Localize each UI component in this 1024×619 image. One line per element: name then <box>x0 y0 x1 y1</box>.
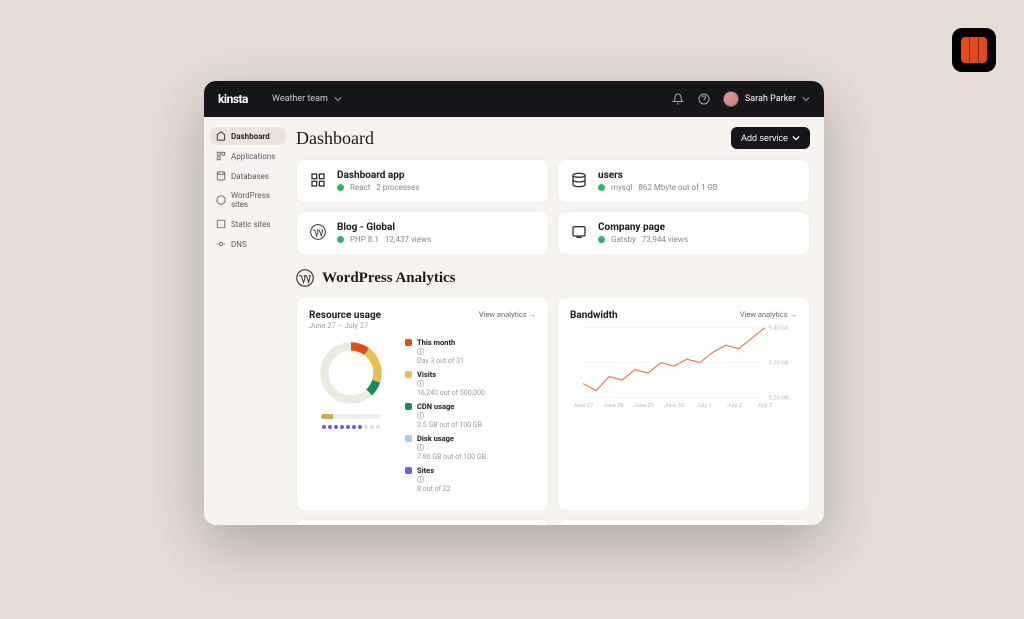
app-icon <box>309 171 327 189</box>
legend-swatch <box>405 371 412 378</box>
page-title: Dashboard <box>296 128 374 149</box>
sidebar-item-dns[interactable]: DNS <box>210 235 286 253</box>
nav-label: Databases <box>231 172 269 181</box>
section-title: WordPress Analytics <box>322 270 455 287</box>
wordpress-icon <box>309 223 327 241</box>
legend-item: Disk usage ⓘ7.86 GB out of 100 GB <box>405 434 536 461</box>
svg-text:5.20 GB: 5.20 GB <box>769 395 789 401</box>
visits-card: Visits View analytics → 18,50022,100 <box>296 519 549 525</box>
svg-text:July 2: July 2 <box>727 403 742 409</box>
bandwidth-card: Bandwidth View analytics → 5.20 GB 5.30 G… <box>557 297 810 511</box>
add-button-label: Add service <box>741 133 788 143</box>
svg-text:July 1: July 1 <box>697 403 712 409</box>
resource-usage-card: Resource usage June 27 – July 27 View an… <box>296 297 549 511</box>
resource-legend: This month ⓘDay 3 out of 31 Visits ⓘ16,24… <box>405 338 536 498</box>
card-tech: PHP 8.1 <box>350 235 379 244</box>
avatar <box>723 91 739 107</box>
chevron-down-icon <box>334 95 342 103</box>
card-title: Bandwidth <box>570 310 618 321</box>
cdn-card: CDN usage View analytics → 3.00 GB4.00 G… <box>557 519 810 525</box>
analytics-section-head: WordPress Analytics <box>296 269 810 287</box>
card-title: Dashboard app <box>337 170 536 181</box>
sidebar: Dashboard Applications Databases WordPre… <box>204 117 292 525</box>
badge-bars-icon <box>961 37 987 63</box>
database-icon <box>216 171 226 181</box>
legend-swatch <box>405 435 412 442</box>
chevron-down-icon <box>802 95 810 103</box>
bandwidth-chart: 5.20 GB 5.30 GB 5.40 GB June 27 June 28 June … <box>570 323 797 409</box>
svg-text:June 27: June 27 <box>573 403 593 409</box>
card-meta: 862 Mbyte out of 1 GB <box>638 183 717 192</box>
wordpress-icon <box>296 269 314 287</box>
legend-swatch <box>405 467 412 474</box>
app-window: kinsta Weather team Sarah Parker Dashboa… <box>204 81 824 525</box>
card-meta: 12,437 views <box>385 235 431 244</box>
database-icon <box>570 171 588 189</box>
view-analytics-link[interactable]: View analytics → <box>479 310 536 319</box>
card-title: Resource usage <box>309 310 381 321</box>
nav-label: Applications <box>231 152 275 161</box>
status-dot <box>598 236 605 243</box>
sidebar-item-databases[interactable]: Databases <box>210 167 286 185</box>
nav-label: WordPress sites <box>231 191 280 209</box>
legend-item: This month ⓘDay 3 out of 31 <box>405 338 536 365</box>
static-icon <box>570 223 588 241</box>
card-tech: Gatsby <box>611 235 636 244</box>
wordpress-icon <box>216 195 226 205</box>
svg-text:June 30: June 30 <box>664 403 684 409</box>
legend-item: Sites ⓘ8 out of 22 <box>405 466 536 493</box>
status-dot <box>337 236 344 243</box>
team-name: Weather team <box>272 94 328 104</box>
team-switcher[interactable]: Weather team <box>272 94 342 104</box>
donut-chart <box>316 338 386 408</box>
notifications-icon[interactable] <box>671 92 685 106</box>
service-card-users[interactable]: users mysql 862 Mbyte out of 1 GB <box>557 159 810 203</box>
svg-text:5.40 GB: 5.40 GB <box>769 326 789 332</box>
card-title: users <box>598 170 797 181</box>
brand-logo: kinsta <box>218 92 248 106</box>
main-content: Dashboard Add service Dashboard app Reac… <box>292 117 824 525</box>
card-meta: 2 processes <box>376 183 419 192</box>
nav-label: Dashboard <box>231 132 270 141</box>
static-icon <box>216 219 226 229</box>
sidebar-item-dashboard[interactable]: Dashboard <box>210 127 286 145</box>
pagination-dots[interactable] <box>322 425 380 429</box>
sidebar-item-applications[interactable]: Applications <box>210 147 286 165</box>
status-dot <box>337 184 344 191</box>
service-card-company-page[interactable]: Company page Gatsby 73,944 views <box>557 211 810 255</box>
view-analytics-link[interactable]: View analytics → <box>740 310 797 319</box>
legend-item: CDN usage ⓘ3.5 GB out of 100 GB <box>405 402 536 429</box>
help-icon[interactable] <box>697 92 711 106</box>
date-range: June 27 – July 27 <box>309 321 381 330</box>
service-card-dashboard-app[interactable]: Dashboard app React 2 processes <box>296 159 549 203</box>
svg-text:July 3: July 3 <box>757 403 772 409</box>
status-dot <box>598 184 605 191</box>
card-meta: 73,944 views <box>642 235 688 244</box>
dns-icon <box>216 239 226 249</box>
home-icon <box>216 131 226 141</box>
apps-icon <box>216 151 226 161</box>
chevron-down-icon <box>792 134 800 142</box>
nav-label: Static sites <box>231 220 271 229</box>
user-menu[interactable]: Sarah Parker <box>723 91 810 107</box>
mini-progress-bar <box>321 414 381 419</box>
nav-label: DNS <box>231 240 247 249</box>
sidebar-item-wordpress[interactable]: WordPress sites <box>210 187 286 213</box>
add-service-button[interactable]: Add service <box>731 127 810 149</box>
external-badge <box>952 28 996 72</box>
card-tech: React <box>350 183 370 192</box>
svg-text:June 29: June 29 <box>634 403 654 409</box>
svg-text:5.30 GB: 5.30 GB <box>769 361 789 367</box>
card-title: Blog - Global <box>337 222 536 233</box>
card-tech: mysql <box>611 183 632 192</box>
svg-text:June 28: June 28 <box>603 403 623 409</box>
topbar: kinsta Weather team Sarah Parker <box>204 81 824 117</box>
legend-swatch <box>405 403 412 410</box>
card-title: Company page <box>598 222 797 233</box>
service-card-blog[interactable]: Blog - Global PHP 8.1 12,437 views <box>296 211 549 255</box>
sidebar-item-static[interactable]: Static sites <box>210 215 286 233</box>
legend-item: Visits ⓘ16,240 out of 500,000 <box>405 370 536 397</box>
user-name: Sarah Parker <box>745 94 796 104</box>
legend-swatch <box>405 339 412 346</box>
